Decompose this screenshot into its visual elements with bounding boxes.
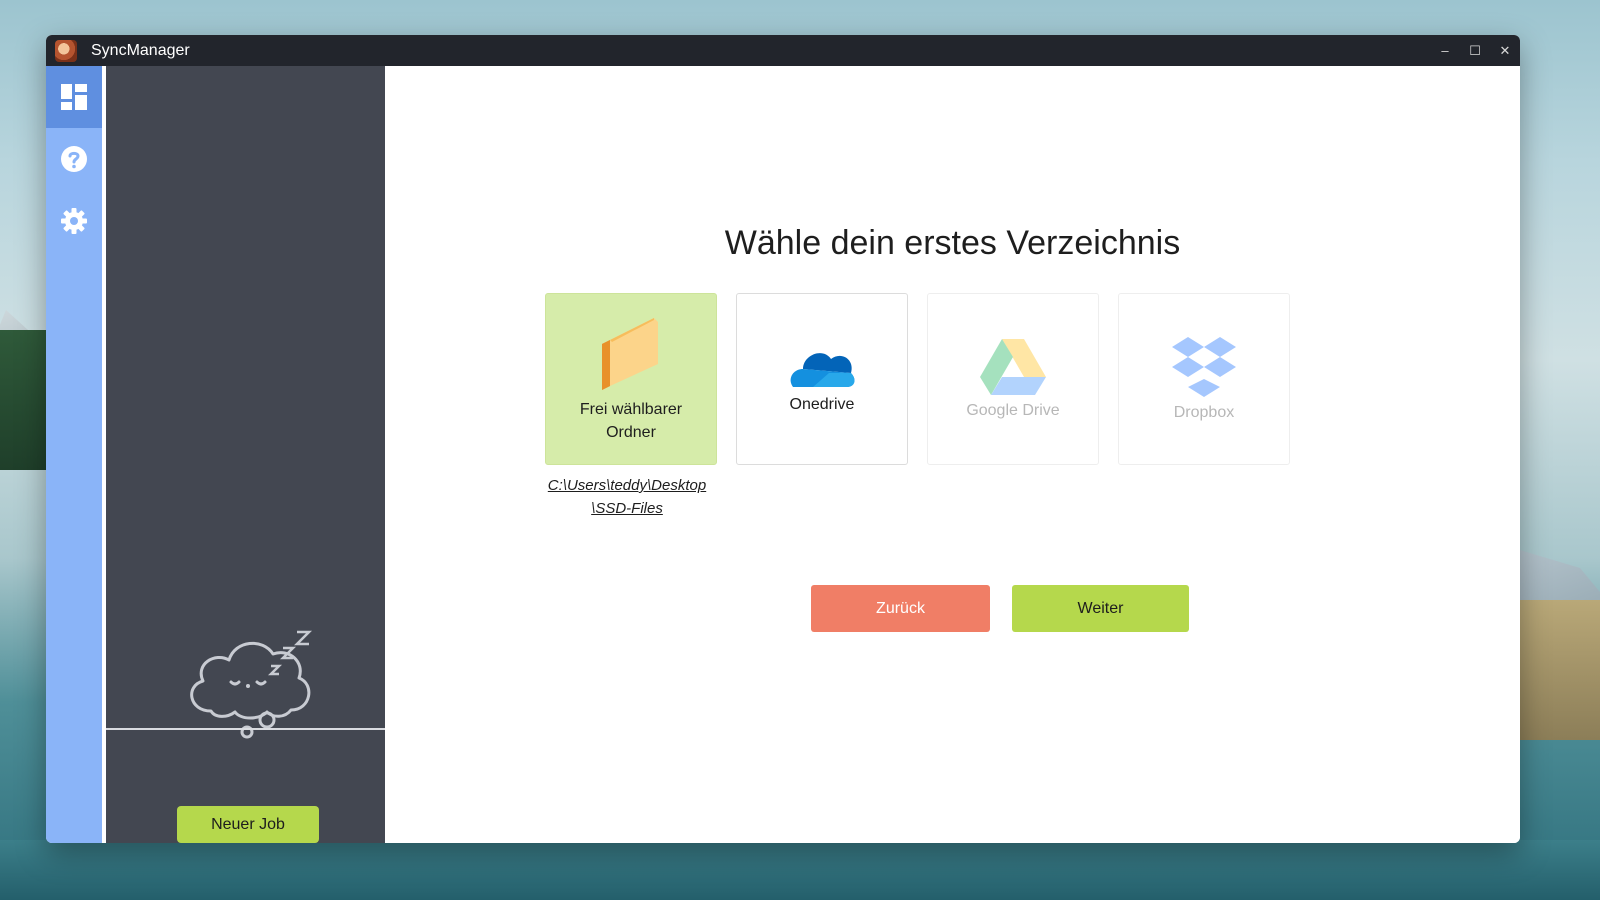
source-card-dropbox: Dropbox bbox=[1118, 293, 1290, 465]
folder-card-label: Frei wählbarer Ordner bbox=[580, 398, 682, 444]
nav-rail bbox=[46, 66, 102, 843]
main-content: Wähle dein erstes Verzeichnis Frei wählb… bbox=[385, 66, 1520, 843]
folder-card-label-line1: Frei wählbarer bbox=[579, 401, 683, 418]
folder-icon bbox=[602, 318, 658, 390]
selected-path-line1: C:\Users\teddy\Desktop bbox=[547, 477, 707, 494]
rail-item-help[interactable] bbox=[46, 128, 102, 190]
selected-path-line2: \SSD-Files bbox=[591, 500, 663, 517]
source-card-folder[interactable]: Frei wählbarer Ordner bbox=[545, 293, 717, 465]
page-title: Wähle dein erstes Verzeichnis bbox=[724, 224, 1181, 262]
folder-card-label-line2: Ordner bbox=[606, 424, 656, 441]
google-drive-card-label: Google Drive bbox=[966, 401, 1060, 419]
dashboard-icon bbox=[61, 84, 87, 110]
rail-item-dashboard[interactable] bbox=[46, 66, 102, 128]
rail-item-settings[interactable] bbox=[46, 190, 102, 252]
help-icon bbox=[61, 146, 87, 172]
source-card-onedrive[interactable]: Onedrive bbox=[736, 293, 908, 465]
google-drive-icon bbox=[980, 338, 1046, 395]
onedrive-card-label: Onedrive bbox=[789, 395, 855, 413]
minimize-button[interactable]: – bbox=[1430, 35, 1460, 66]
dropbox-icon bbox=[1172, 336, 1236, 397]
selected-path-link[interactable]: C:\Users\teddy\Desktop \SSD-Files bbox=[539, 474, 715, 520]
sleeping-cloud-icon bbox=[190, 630, 313, 739]
app-window: SyncManager – ☐ ✕ Neuer Job Wähle dein e… bbox=[46, 35, 1520, 843]
maximize-button[interactable]: ☐ bbox=[1460, 35, 1490, 66]
window-title: SyncManager bbox=[91, 41, 190, 59]
desktop-water bbox=[0, 840, 1600, 900]
source-card-google-drive: Google Drive bbox=[927, 293, 1099, 465]
gear-icon bbox=[61, 208, 87, 234]
close-button[interactable]: ✕ bbox=[1490, 35, 1520, 66]
sidebar-divider bbox=[106, 728, 385, 730]
dropbox-card-label: Dropbox bbox=[1173, 403, 1235, 421]
window-controls: – ☐ ✕ bbox=[1430, 35, 1520, 66]
app-logo-icon bbox=[55, 39, 77, 62]
onedrive-icon bbox=[790, 352, 855, 387]
side-panel: Neuer Job bbox=[106, 66, 385, 843]
back-button[interactable]: Zurück bbox=[811, 585, 990, 632]
title-bar[interactable]: SyncManager – ☐ ✕ bbox=[46, 35, 1520, 66]
next-button[interactable]: Weiter bbox=[1012, 585, 1189, 632]
desktop-grass bbox=[1510, 600, 1600, 740]
new-job-button[interactable]: Neuer Job bbox=[177, 806, 319, 843]
